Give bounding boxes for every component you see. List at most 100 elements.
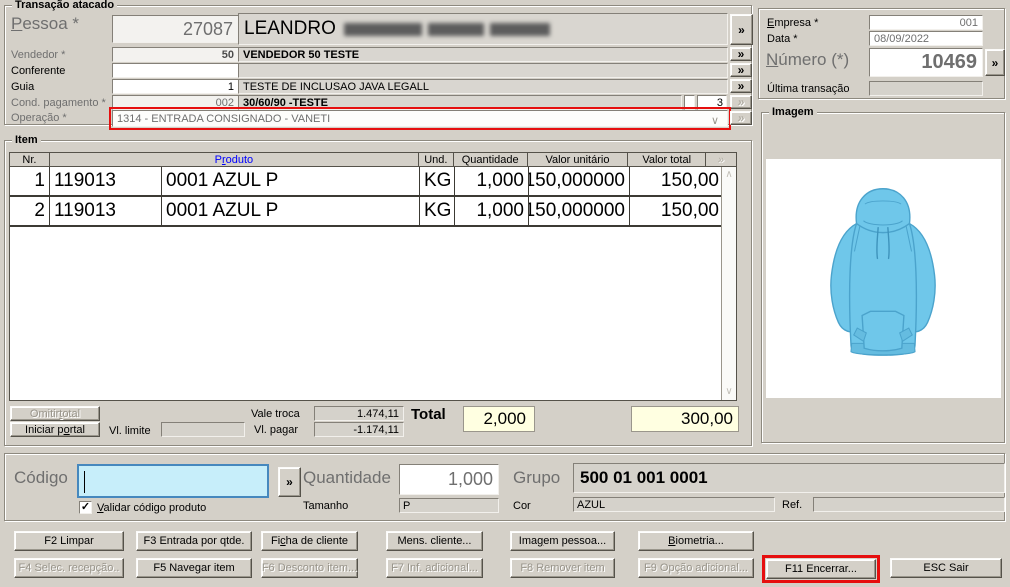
entrada-panel: Código » ✓ Validar código produto Quanti… xyxy=(4,453,1005,521)
cell-codigo: 119013 xyxy=(50,197,162,225)
iniciar-portal-button[interactable]: Iniciar p o rtal xyxy=(10,422,100,437)
data-label: Data * xyxy=(767,33,798,45)
cell-nr: 1 xyxy=(10,167,50,195)
vl-limite-label: Vl. limite xyxy=(109,425,151,437)
operacao-value: 1314 - ENTRADA CONSIGNADO - VANETI xyxy=(117,112,331,125)
conferente-desc-field xyxy=(238,63,728,78)
numero-field[interactable]: 10469 xyxy=(869,48,983,77)
f5-navegar-item-button[interactable]: F5 Navegar item xyxy=(136,558,252,578)
total-label: Total xyxy=(411,406,446,423)
table-row[interactable]: 2 119013 0001 AZUL P KG 1,000 150,000000… xyxy=(10,197,723,227)
cond-pagamento-mini-field xyxy=(684,95,695,110)
conferente-expand-button[interactable]: » xyxy=(730,63,752,77)
column-header-valor-unitario[interactable]: Valor unitário xyxy=(528,153,629,166)
vl-limite-field xyxy=(161,422,245,437)
f6-desconto-item-button: F6 Desconto item... xyxy=(261,558,358,578)
pessoa-name-visible: LEANDRO xyxy=(244,18,336,39)
ficha-de-cliente-button[interactable]: Fi c ha de cliente xyxy=(261,531,358,551)
f2-limpar-button[interactable]: F2 Limpar xyxy=(14,531,124,551)
cell-valor-total: 150,00 xyxy=(660,200,719,221)
vl-pagar-label: Vl. pagar xyxy=(254,424,299,436)
grid-scrollbar[interactable]: ∧ ∨ xyxy=(721,167,736,400)
scroll-up-icon[interactable]: ∧ xyxy=(722,170,736,180)
cell-valor-unitario: 150,000000 xyxy=(529,197,630,225)
item-grid-body: 1 119013 0001 AZUL P KG 1,000 150,000000… xyxy=(10,167,723,227)
pessoa-code-field[interactable]: 27087 xyxy=(112,15,239,43)
chevron-down-icon[interactable]: ∨ xyxy=(711,114,719,126)
column-header-nr[interactable]: Nr. xyxy=(10,153,50,166)
esc-sair-button[interactable]: ESC Sair xyxy=(890,558,1002,578)
total-quantidade-field: 2,000 xyxy=(463,406,535,432)
codigo-input[interactable] xyxy=(77,464,269,498)
column-header-produto[interactable]: Pr oduto xyxy=(50,153,419,166)
header-right-panel: Empresa * 001 Data * 08/09/2022 Número (… xyxy=(758,8,1005,99)
vendedor-code-field[interactable]: 50 xyxy=(112,47,239,62)
imagem-groupbox: Imagem xyxy=(761,106,1005,443)
validar-checkbox[interactable]: ✓ xyxy=(79,501,92,514)
mens-cliente-button[interactable]: Mens. cliente... xyxy=(386,531,483,551)
conferente-code-field[interactable] xyxy=(112,63,239,78)
cell-codigo: 119013 xyxy=(50,167,162,195)
f11-encerrar-button[interactable]: F11 Encerrar... xyxy=(762,555,880,583)
validar-checkbox-label: Validar código produto xyxy=(97,502,207,514)
transacao-groupbox-title: Transação atacado xyxy=(12,0,118,12)
numero-expand-button[interactable]: » xyxy=(985,49,1005,76)
cond-pagamento-code-field[interactable]: 002 xyxy=(112,95,239,110)
empresa-label: Empresa * xyxy=(767,17,819,29)
ultima-transacao-field xyxy=(869,81,983,96)
f3-entrada-por-qtde-button[interactable]: F3 Entrada por qtde. xyxy=(136,531,252,551)
tamanho-field: P xyxy=(399,498,499,513)
guia-code-field[interactable]: 1 xyxy=(112,79,239,94)
cell-descricao: 0001 AZUL P xyxy=(162,197,420,225)
total-valor-field: 300,00 xyxy=(631,406,739,432)
item-grid-header: Nr. Pr oduto Und. Quantidade Valor unitár… xyxy=(10,153,736,167)
ref-label: Ref. xyxy=(782,499,803,511)
table-row[interactable]: 1 119013 0001 AZUL P KG 1,000 150,000000… xyxy=(10,167,723,197)
cell-quantidade: 1,000 xyxy=(455,167,529,195)
cell-valor-unitario: 150,000000 xyxy=(529,167,630,195)
cor-label: Cor xyxy=(513,500,531,512)
pessoa-expand-button[interactable]: » xyxy=(730,14,753,45)
grupo-label: Grupo xyxy=(513,468,561,487)
transacao-groupbox: Transação atacado Pessoa * 27087 LEANDRO… xyxy=(4,0,753,130)
item-groupbox-title: Item xyxy=(12,134,41,147)
hoodie-image xyxy=(830,188,936,356)
guia-expand-button[interactable]: » xyxy=(730,79,752,93)
f7-inf-adicional-button: F7 Inf. adicional... xyxy=(386,558,483,578)
item-grid: Nr. Pr oduto Und. Quantidade Valor unitár… xyxy=(9,152,737,401)
vendedor-label: Vendedor * xyxy=(11,49,66,61)
cond-pagamento-desc-field: 30/60/90 -TESTE xyxy=(238,95,682,110)
pessoa-label: Pessoa * xyxy=(11,14,80,33)
grid-expand-button: » xyxy=(717,153,725,166)
operacao-combobox[interactable]: 1314 - ENTRADA CONSIGNADO - VANETI ∨ xyxy=(109,107,731,130)
checkmark-icon: ✓ xyxy=(80,501,91,513)
column-header-valor-total[interactable]: Valor total xyxy=(628,153,707,166)
column-header-quantidade[interactable]: Quantidade xyxy=(454,153,528,166)
quantidade-field[interactable]: 1,000 xyxy=(399,464,499,495)
f4-selec-recepcao-button: F4 Selec. recepção.. xyxy=(14,558,124,578)
imagem-pessoa-button[interactable]: Ima g em pessoa... xyxy=(510,531,615,551)
codigo-label: Código xyxy=(14,468,68,487)
cond-pagamento-parcelas-field[interactable]: 3 xyxy=(697,95,727,110)
scroll-down-icon[interactable]: ∨ xyxy=(722,387,736,397)
vendedor-desc-field: VENDEDOR 50 TESTE xyxy=(238,47,728,62)
ref-field xyxy=(813,497,1005,512)
conferente-label: Conferente xyxy=(11,65,66,77)
biometria-button[interactable]: Biometria... xyxy=(638,531,754,551)
text-caret xyxy=(84,471,85,493)
cell-quantidade: 1,000 xyxy=(455,197,529,225)
product-image xyxy=(766,159,1001,398)
codigo-expand-button[interactable]: » xyxy=(278,467,301,497)
vale-troca-label: Vale troca xyxy=(251,408,300,420)
empresa-field[interactable]: 001 xyxy=(869,15,983,30)
cond-pagamento-label: Cond. pagamento * xyxy=(11,97,106,109)
item-groupbox: Item Nr. Pr oduto Und. Quantidade Valor u… xyxy=(4,134,752,446)
tamanho-label: Tamanho xyxy=(303,500,349,512)
vendedor-expand-button[interactable]: » xyxy=(730,47,752,61)
guia-label: Guia xyxy=(11,81,35,93)
cell-valor-total: 150,00 xyxy=(660,170,719,191)
redacted-text xyxy=(343,22,550,36)
data-field[interactable]: 08/09/2022 xyxy=(869,31,983,46)
column-header-und[interactable]: Und. xyxy=(419,153,454,166)
f9-opcao-adicional-button: F9 Opção adicional... xyxy=(638,558,754,578)
